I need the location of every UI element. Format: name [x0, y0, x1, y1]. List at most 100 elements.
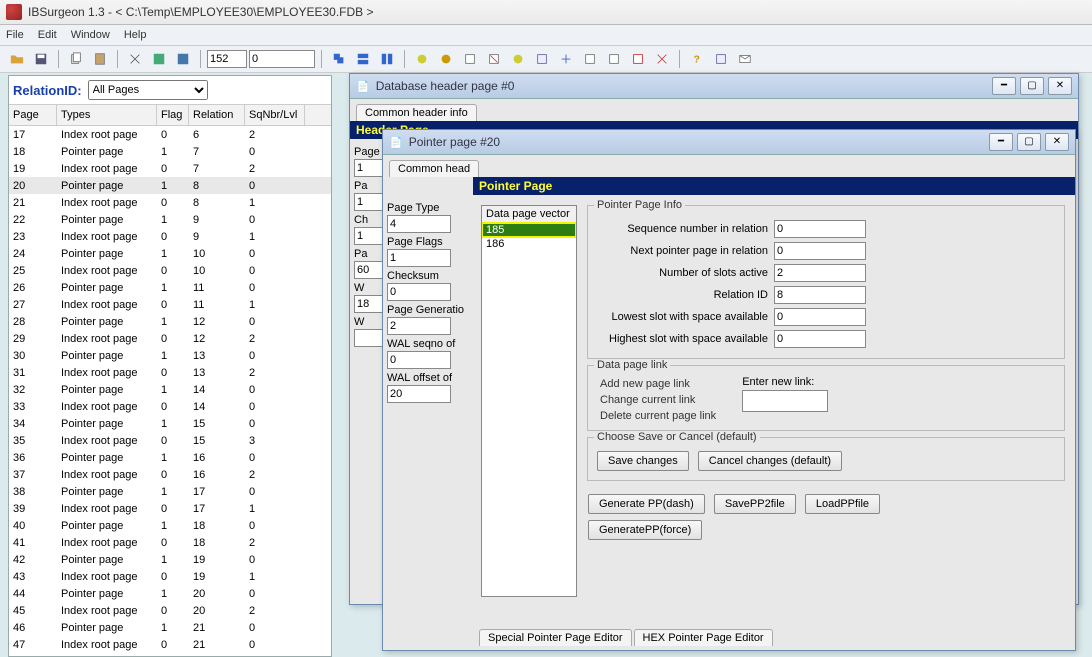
- tool-icon-h[interactable]: [579, 48, 601, 70]
- cut-icon[interactable]: [124, 48, 146, 70]
- minimize-button[interactable]: ━: [992, 77, 1016, 95]
- tool-icon-e[interactable]: [507, 48, 529, 70]
- menu-window[interactable]: Window: [71, 29, 110, 41]
- ptr-walseq-input[interactable]: [387, 351, 451, 369]
- list-item[interactable]: 186: [482, 237, 576, 251]
- table-row[interactable]: 44Pointer page1200: [9, 585, 331, 602]
- table-row[interactable]: 23Index root page091: [9, 228, 331, 245]
- help-icon[interactable]: ?: [686, 48, 708, 70]
- grid-body[interactable]: 17Index root page06218Pointer page17019I…: [9, 126, 331, 657]
- tool-icon-1[interactable]: [148, 48, 170, 70]
- toolbar-num1[interactable]: [207, 50, 247, 68]
- copy-icon[interactable]: [65, 48, 87, 70]
- table-row[interactable]: 22Pointer page190: [9, 211, 331, 228]
- generate-pp-force-button[interactable]: GeneratePP(force): [588, 520, 702, 540]
- table-row[interactable]: 20Pointer page180: [9, 177, 331, 194]
- tool-icon-i[interactable]: [603, 48, 625, 70]
- table-row[interactable]: 27Index root page0111: [9, 296, 331, 313]
- tile-h-icon[interactable]: [352, 48, 374, 70]
- ptr-pagegen-input[interactable]: [387, 317, 451, 335]
- table-row[interactable]: 42Pointer page1190: [9, 551, 331, 568]
- open-icon[interactable]: [6, 48, 28, 70]
- minimize-button[interactable]: ━: [989, 133, 1013, 151]
- tool-icon-a[interactable]: [411, 48, 433, 70]
- table-row[interactable]: 38Pointer page1170: [9, 483, 331, 500]
- ptr-waloff-input[interactable]: [387, 385, 451, 403]
- table-row[interactable]: 26Pointer page1110: [9, 279, 331, 296]
- table-row[interactable]: 47Index root page0210: [9, 636, 331, 653]
- tile-v-icon[interactable]: [376, 48, 398, 70]
- table-row[interactable]: 46Pointer page1210: [9, 619, 331, 636]
- table-row[interactable]: 40Pointer page1180: [9, 517, 331, 534]
- table-row[interactable]: 34Pointer page1150: [9, 415, 331, 432]
- tool-icon-f[interactable]: [531, 48, 553, 70]
- tab-special-pointer-editor[interactable]: Special Pointer Page Editor: [479, 629, 632, 646]
- table-row[interactable]: 19Index root page072: [9, 160, 331, 177]
- col-page[interactable]: Page: [9, 105, 57, 125]
- tool-icon-b[interactable]: [435, 48, 457, 70]
- table-row[interactable]: 39Index root page0171: [9, 500, 331, 517]
- seq-input[interactable]: [774, 220, 866, 238]
- table-row[interactable]: 29Index root page0122: [9, 330, 331, 347]
- ptr-checksum-input[interactable]: [387, 283, 451, 301]
- menu-help[interactable]: Help: [124, 29, 147, 41]
- delete-current-page-link[interactable]: Delete current page link: [594, 408, 722, 424]
- tool-icon-c[interactable]: [459, 48, 481, 70]
- table-row[interactable]: 17Index root page062: [9, 126, 331, 143]
- save-pp2file-button[interactable]: SavePP2file: [714, 494, 796, 514]
- table-row[interactable]: 33Index root page0140: [9, 398, 331, 415]
- table-row[interactable]: 32Pointer page1140: [9, 381, 331, 398]
- enter-link-input[interactable]: [742, 390, 828, 412]
- list-item[interactable]: 185: [482, 223, 576, 237]
- slots-input[interactable]: [774, 264, 866, 282]
- save-changes-button[interactable]: Save changes: [597, 451, 689, 471]
- table-row[interactable]: 43Index root page0191: [9, 568, 331, 585]
- table-row[interactable]: 45Index root page0202: [9, 602, 331, 619]
- load-ppfile-button[interactable]: LoadPPfile: [805, 494, 880, 514]
- tab-common-header-info[interactable]: Common header info: [356, 104, 477, 121]
- col-relation[interactable]: Relation: [189, 105, 245, 125]
- tool-icon-k[interactable]: [651, 48, 673, 70]
- table-row[interactable]: 18Pointer page170: [9, 143, 331, 160]
- tool-icon-d[interactable]: [483, 48, 505, 70]
- relation-select[interactable]: All Pages: [88, 80, 208, 100]
- table-row[interactable]: 21Index root page081: [9, 194, 331, 211]
- ptr-pageflags-input[interactable]: [387, 249, 451, 267]
- relid-input[interactable]: [774, 286, 866, 304]
- maximize-button[interactable]: ▢: [1017, 133, 1041, 151]
- ptr-pagetype-input[interactable]: [387, 215, 451, 233]
- tab-common-head[interactable]: Common head: [389, 160, 479, 177]
- cascade-icon[interactable]: [328, 48, 350, 70]
- table-row[interactable]: 36Pointer page1160: [9, 449, 331, 466]
- table-row[interactable]: 35Index root page0153: [9, 432, 331, 449]
- table-row[interactable]: 30Pointer page1130: [9, 347, 331, 364]
- col-flag[interactable]: Flag: [157, 105, 189, 125]
- low-input[interactable]: [774, 308, 866, 326]
- table-row[interactable]: 28Pointer page1120: [9, 313, 331, 330]
- col-types[interactable]: Types: [57, 105, 157, 125]
- pointer-page-window[interactable]: 📄 Pointer page #20 ━ ▢ ✕ Common head Poi…: [382, 129, 1076, 651]
- maximize-button[interactable]: ▢: [1020, 77, 1044, 95]
- add-new-page-link[interactable]: Add new page link: [594, 376, 722, 392]
- tab-hex-pointer-editor[interactable]: HEX Pointer Page Editor: [634, 629, 773, 646]
- table-row[interactable]: 31Index root page0132: [9, 364, 331, 381]
- col-sqnbrlvl[interactable]: SqNbr/Lvl: [245, 105, 305, 125]
- mail-icon[interactable]: [734, 48, 756, 70]
- table-row[interactable]: 41Index root page0182: [9, 534, 331, 551]
- close-button[interactable]: ✕: [1048, 77, 1072, 95]
- generate-pp-dash-button[interactable]: Generate PP(dash): [588, 494, 705, 514]
- change-current-link[interactable]: Change current link: [594, 392, 722, 408]
- next-input[interactable]: [774, 242, 866, 260]
- tool-icon-2[interactable]: [172, 48, 194, 70]
- table-row[interactable]: 37Index root page0162: [9, 466, 331, 483]
- paste-icon[interactable]: [89, 48, 111, 70]
- cancel-changes-button[interactable]: Cancel changes (default): [698, 451, 842, 471]
- table-row[interactable]: 25Index root page0100: [9, 262, 331, 279]
- info-icon[interactable]: [710, 48, 732, 70]
- menu-file[interactable]: File: [6, 29, 24, 41]
- data-page-vector-list[interactable]: Data page vector 185186: [481, 205, 577, 597]
- menu-edit[interactable]: Edit: [38, 29, 57, 41]
- save-icon[interactable]: [30, 48, 52, 70]
- close-button[interactable]: ✕: [1045, 133, 1069, 151]
- tool-icon-g[interactable]: [555, 48, 577, 70]
